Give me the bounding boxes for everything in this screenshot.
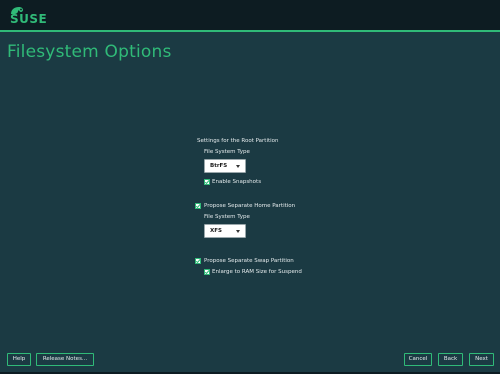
root-partition-heading: Settings for the Root Partition	[197, 138, 279, 144]
page-title: Filesystem Options	[7, 42, 172, 62]
cancel-button[interactable]: Cancel	[404, 353, 432, 366]
suse-logo: SUSE	[7, 6, 47, 26]
chevron-down-icon	[236, 230, 240, 233]
root-fs-type-label: File System Type	[204, 149, 250, 155]
brand-text: SUSE	[10, 12, 48, 26]
release-notes-button[interactable]: Release Notes...	[36, 353, 94, 366]
help-button[interactable]: Help	[7, 353, 31, 366]
home-fs-type-select[interactable]: XFS	[204, 224, 246, 238]
checkmark-icon	[195, 204, 201, 209]
propose-home-checkbox[interactable]	[195, 203, 201, 209]
home-fs-type-value: XFS	[210, 228, 222, 234]
checkmark-icon	[204, 180, 210, 185]
enable-snapshots-checkbox[interactable]	[204, 179, 210, 185]
back-button[interactable]: Back	[438, 353, 463, 366]
top-bar: SUSE	[0, 0, 500, 32]
propose-home-label: Propose Separate Home Partition	[204, 203, 296, 209]
enlarge-swap-checkbox[interactable]	[204, 269, 210, 275]
checkmark-icon	[204, 270, 210, 275]
next-button[interactable]: Next	[469, 353, 494, 366]
root-fs-type-select[interactable]: BtrFS	[204, 159, 246, 173]
chevron-down-icon	[236, 165, 240, 168]
enable-snapshots-label: Enable Snapshots	[212, 179, 262, 185]
home-fs-type-label: File System Type	[204, 214, 250, 220]
propose-swap-label: Propose Separate Swap Partition	[204, 258, 294, 264]
checkmark-icon	[195, 259, 201, 264]
root-fs-type-value: BtrFS	[210, 163, 228, 169]
enlarge-swap-label: Enlarge to RAM Size for Suspend	[212, 269, 302, 275]
propose-swap-checkbox[interactable]	[195, 258, 201, 264]
